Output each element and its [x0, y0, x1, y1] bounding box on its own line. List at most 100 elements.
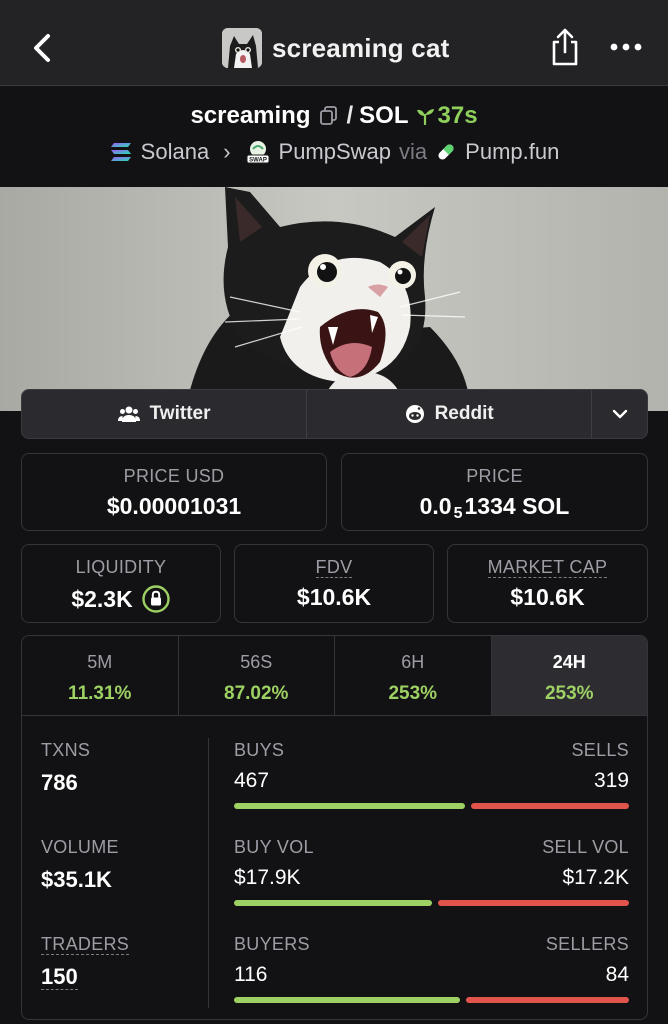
stats-panel: 5M 11.31% 56S 87.02% 6H 253% 24H 253% TX… — [21, 635, 648, 1020]
price-usd-label: PRICE USD — [123, 466, 225, 486]
lock-icon[interactable] — [141, 584, 171, 614]
buy-sell-volume-metric: BUY VOL SELL VOL $17.9K $17.2K — [234, 837, 629, 906]
back-button[interactable] — [26, 28, 62, 68]
top-nav-bar: screaming cat — [0, 0, 668, 86]
more-horizontal-icon — [610, 43, 642, 51]
metrics-divider — [208, 738, 209, 1008]
pair-header: screaming / SOL 37s Solana › SWAP PumpSw… — [0, 87, 668, 187]
price-native-card: PRICE 0.0 5 1334 SOL — [341, 453, 648, 531]
buys-value: 467 — [234, 769, 270, 792]
fdv-card[interactable]: FDV $10.6K — [234, 544, 434, 623]
launchpad-link[interactable]: Pump.fun — [465, 139, 559, 165]
solana-icon — [110, 143, 131, 161]
tab-label: 56S — [240, 652, 273, 672]
copy-icon[interactable] — [319, 105, 339, 127]
sell-vol-label: SELL VOL — [542, 837, 629, 857]
chevron-down-icon — [612, 409, 627, 419]
txns-label: TXNS — [41, 740, 91, 760]
tab-label: 6H — [401, 652, 425, 672]
traders-label: TRADERS — [41, 934, 130, 955]
price-usd-value: $0.00001031 — [106, 493, 242, 519]
token-avatar — [222, 28, 262, 68]
buys-bar-fill — [234, 803, 466, 809]
buyers-sellers-metric: BUYERS SELLERS 116 84 — [234, 934, 629, 1003]
liquidity-label: LIQUIDITY — [75, 557, 167, 577]
price-native-value: 0.0 5 1334 SOL — [342, 493, 647, 522]
reddit-icon — [405, 405, 424, 423]
token-banner-image — [0, 187, 668, 411]
market-cap-card[interactable]: MARKET CAP $10.6K — [447, 544, 648, 623]
tab-label: 24H — [552, 652, 586, 672]
reddit-label: Reddit — [434, 403, 494, 424]
share-button[interactable] — [548, 26, 582, 68]
buy-vol-value: $17.9K — [234, 866, 301, 889]
buyers-sellers-bar — [234, 997, 629, 1003]
tab-6h[interactable]: 6H 253% — [335, 636, 492, 715]
sellers-value: 84 — [605, 963, 629, 986]
reddit-button[interactable]: Reddit — [307, 390, 593, 438]
buyers-bar-fill — [234, 997, 460, 1003]
tab-56s[interactable]: 56S 87.02% — [179, 636, 335, 715]
market-cap-label: MARKET CAP — [487, 557, 608, 578]
users-icon — [117, 406, 140, 422]
sells-value: 319 — [593, 769, 629, 792]
pill-icon — [438, 144, 454, 160]
more-socials-button[interactable] — [592, 390, 647, 438]
txns-metric: TXNS 786 — [41, 740, 90, 796]
chevron-right-icon: › — [223, 139, 231, 164]
tab-label: 5M — [87, 652, 113, 672]
metrics-section: TXNS 786 VOLUME $35.1K TRADERS 150 BUYS … — [22, 716, 647, 1019]
tab-5m[interactable]: 5M 11.31% — [22, 636, 179, 715]
dex-link[interactable]: PumpSwap — [279, 139, 392, 165]
price-native-prefix: 0.0 — [419, 493, 452, 519]
buy-sell-vol-bar — [234, 900, 629, 906]
buy-vol-label: BUY VOL — [234, 837, 314, 857]
buys-sells-bar — [234, 803, 629, 809]
traders-value: 150 — [41, 964, 78, 990]
twitter-button[interactable]: Twitter — [22, 390, 308, 438]
chevron-left-icon — [34, 34, 50, 62]
tab-change-value: 253% — [544, 683, 594, 704]
tab-change-value: 87.02% — [224, 683, 289, 704]
volume-metric: VOLUME $35.1K — [41, 837, 119, 893]
sellers-label: SELLERS — [545, 934, 629, 954]
price-native-suffix: 1334 SOL — [464, 493, 570, 519]
market-cap-value: $10.6K — [510, 584, 585, 610]
buy-vol-bar-fill — [234, 900, 433, 906]
quote-token-symbol: SOL — [359, 102, 409, 129]
fdv-label: FDV — [315, 557, 353, 578]
pair-separator: / — [346, 102, 354, 129]
svg-text:SWAP: SWAP — [249, 158, 267, 164]
liquidity-value-row: $2.3K — [22, 584, 220, 614]
buyers-value: 116 — [234, 963, 268, 986]
share-icon — [552, 28, 578, 66]
tab-change-value: 11.31% — [68, 683, 132, 704]
liquidity-card: LIQUIDITY $2.3K — [21, 544, 221, 623]
txns-value: 786 — [41, 770, 78, 795]
tab-24h[interactable]: 24H 253% — [491, 636, 647, 715]
twitter-label: Twitter — [149, 403, 211, 424]
timeframe-tabs: 5M 11.31% 56S 87.02% 6H 253% 24H 253% — [22, 636, 647, 716]
sell-vol-value: $17.2K — [562, 866, 629, 889]
price-usd-card: PRICE USD $0.00001031 — [21, 453, 327, 531]
tab-change-value: 253% — [388, 683, 438, 704]
sellers-bar-fill — [465, 997, 629, 1003]
chain-link[interactable]: Solana — [141, 139, 210, 165]
volume-value: $35.1K — [41, 867, 112, 892]
page-title: screaming cat — [272, 32, 450, 63]
pair-age-value: 37s — [437, 102, 478, 129]
traders-metric[interactable]: TRADERS 150 — [41, 934, 130, 990]
sells-label: SELLS — [571, 740, 629, 760]
more-options-button[interactable] — [606, 36, 646, 58]
token-title: screaming cat — [222, 26, 449, 70]
seedling-icon — [416, 109, 434, 126]
buys-label: BUYS — [234, 740, 285, 760]
pair-name: screaming / SOL 37s — [0, 102, 668, 130]
pumpswap-icon: SWAP — [246, 141, 270, 164]
fdv-value: $10.6K — [296, 584, 372, 610]
base-token-symbol: screaming — [190, 102, 311, 129]
sell-vol-bar-fill — [438, 900, 629, 906]
buyers-label: BUYERS — [234, 934, 310, 954]
sells-bar-fill — [471, 803, 629, 809]
pair-age: 37s — [415, 102, 478, 130]
